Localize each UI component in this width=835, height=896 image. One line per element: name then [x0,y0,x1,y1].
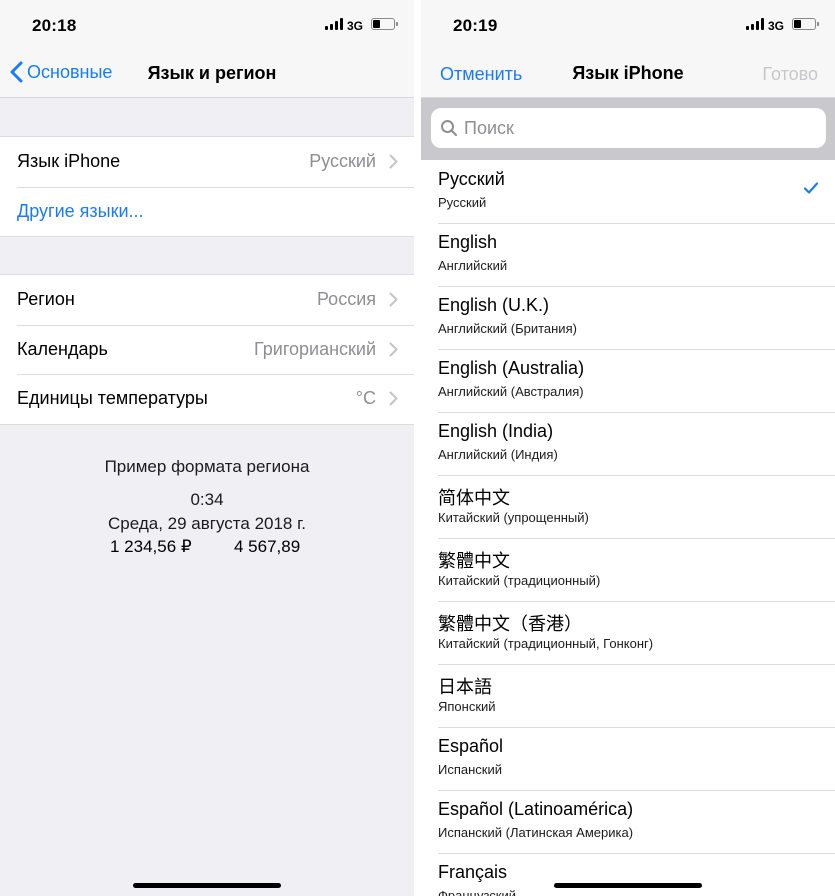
language-name: English (U.K.) [438,295,550,315]
page-title: Язык и регион [147,63,277,83]
language-name: 简体中文 [438,488,510,508]
language-native-name: Испанский (Латинская Америка) [438,825,634,840]
temperature-units-label: Единицы температуры [17,388,208,409]
iphone-language-row[interactable]: Язык iPhone Русский [0,137,414,187]
status-time: 20:19 [453,16,498,35]
done-button[interactable]: Готово [762,64,818,85]
language-name: English [438,232,498,252]
language-name: 日本語 [438,677,492,697]
language-item[interactable]: 繁體中文 Китайский (традиционный) [421,538,835,601]
language-name: 繁體中文 [438,551,510,571]
signal-icon [325,18,343,30]
region-row[interactable]: Регион Россия [0,275,414,325]
language-item[interactable]: Русский Русский [421,160,835,223]
navigation-bar: Основные Язык и регион [0,50,414,98]
language-name: Español [438,736,504,756]
language-item[interactable]: Español Испанский [421,727,835,790]
language-native-name: Японский [438,699,496,714]
chevron-right-icon [389,391,398,406]
home-indicator[interactable] [133,883,281,888]
language-native-name: Английский [438,258,508,273]
search-icon [441,120,458,137]
region-group: Регион Россия Календарь Григорианский Ед… [0,274,414,425]
language-native-name: Английский (Индия) [438,447,558,462]
signal-icon [746,18,764,30]
chevron-right-icon [389,154,398,169]
language-item[interactable]: 日本語 Японский [421,664,835,727]
iphone-language-label: Язык iPhone [17,151,121,172]
language-name: Español (Latinoamérica) [438,799,634,819]
chevron-right-icon [389,292,398,307]
other-languages-row[interactable]: Другие языки... [0,186,414,237]
language-item[interactable]: 简体中文 Китайский (упрощенный) [421,475,835,538]
search-input[interactable]: Поиск [431,108,826,148]
language-item[interactable]: English Английский [421,223,835,286]
language-name: English (India) [438,421,554,441]
example-time: 0:34 [190,490,224,509]
language-native-name: Испанский [438,762,503,777]
language-name: 繁體中文（香港） [438,614,582,634]
language-native-name: Китайский (традиционный, Гонконг) [438,636,654,651]
calendar-value: Григорианский [254,338,376,359]
status-time: 20:18 [32,16,77,35]
language-native-name: Английский (Британия) [438,321,577,336]
other-languages-link[interactable]: Другие языки... [17,201,144,222]
language-item[interactable]: English (Australia) Английский (Австралия… [421,349,835,412]
language-native-name: Русский [438,195,487,210]
iphone-language-screen: 20:19 3G Отменить Язык iPhone Готово Пои… [421,0,835,896]
calendar-label: Календарь [17,338,108,359]
language-item[interactable]: Français Французский [421,853,835,896]
language-name: English (Australia) [438,358,585,378]
example-date: Среда, 29 августа 2018 г. [108,514,306,533]
example-number: 4 567,89 [234,537,301,556]
calendar-row[interactable]: Календарь Григорианский [0,324,414,375]
network-label: 3G [347,19,364,33]
iphone-language-value: Русский [309,151,376,172]
language-item[interactable]: Español (Latinoamérica) Испанский (Латинс… [421,790,835,853]
language-list: Русский Русский English Английский English (… [421,160,835,896]
battery-icon [371,18,398,30]
checkmark-icon [803,182,819,194]
language-item[interactable]: English (U.K.) Английский (Британия) [421,286,835,349]
status-bar: 20:19 3G [421,0,835,50]
region-format-heading: Пример формата региона [104,457,310,476]
language-native-name: Китайский (традиционный) [438,573,601,588]
example-currency: 1 234,56 ₽ [110,537,192,556]
language-native-name: Английский (Австралия) [438,384,584,399]
temperature-units-value: °C [355,388,376,409]
home-indicator[interactable] [554,883,702,888]
language-item[interactable]: 繁體中文（香港） Китайский (традиционный, Гонконг… [421,601,835,664]
language-name: Français [438,862,508,882]
language-item[interactable]: English (India) Английский (Индия) [421,412,835,475]
language-native-name: Китайский (упрощенный) [438,510,589,525]
navigation-bar: Отменить Язык iPhone Готово [421,50,835,98]
chevron-right-icon [389,342,398,356]
region-value: Россия [316,289,376,310]
network-label: 3G [768,19,785,33]
battery-icon [792,18,819,30]
status-bar: 20:18 3G [0,0,414,50]
language-region-screen: 20:18 3G Основные Язык и регион Язык iPh… [0,0,414,896]
language-native-name: Французский [438,888,516,896]
search-placeholder: Поиск [464,117,514,138]
language-name: Русский [438,169,505,189]
screen-divider [414,0,421,896]
language-group: Язык iPhone Русский Другие языки... [0,136,414,237]
temperature-units-row[interactable]: Единицы температуры °C [0,374,414,424]
region-label: Регион [17,289,75,310]
search-bar: Поиск [421,98,835,160]
